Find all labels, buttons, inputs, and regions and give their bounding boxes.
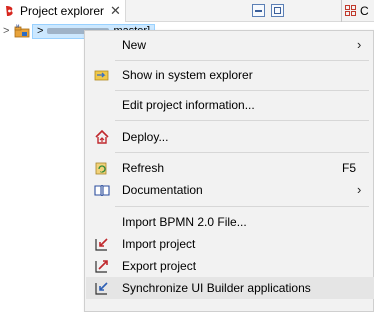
open-folder-arrow-icon bbox=[94, 70, 109, 81]
sync-arrow-icon bbox=[95, 282, 108, 295]
maximize-icon[interactable] bbox=[271, 4, 284, 17]
menu-item-edit-project-information[interactable]: Edit project information... bbox=[86, 94, 374, 116]
svg-text:M: M bbox=[16, 24, 20, 29]
view-toolbar bbox=[252, 4, 284, 17]
menu-item-label: New bbox=[122, 38, 147, 52]
import-arrow-icon bbox=[95, 238, 108, 251]
tab-outline[interactable]: C bbox=[345, 0, 374, 22]
maven-project-icon: M bbox=[14, 24, 30, 38]
menu-item-label: Import BPMN 2.0 File... bbox=[122, 215, 247, 229]
menu-item-import-bpmn[interactable]: Import BPMN 2.0 File... bbox=[86, 211, 374, 233]
tab-project-explorer[interactable]: Project explorer ✕ bbox=[0, 0, 126, 22]
deploy-house-icon bbox=[95, 129, 109, 144]
tab-divider bbox=[341, 0, 342, 22]
export-arrow-icon bbox=[95, 260, 108, 273]
project-prefix: > bbox=[37, 25, 44, 37]
menu-separator bbox=[115, 90, 369, 91]
menu-item-deploy[interactable]: Deploy... bbox=[86, 126, 374, 148]
outline-icon bbox=[345, 5, 357, 17]
menu-item-export-project[interactable]: Export project bbox=[86, 255, 374, 277]
menu-item-label: Deploy... bbox=[122, 130, 169, 144]
menu-item-label: Import project bbox=[122, 237, 196, 251]
menu-item-refresh[interactable]: Refresh F5 bbox=[86, 157, 374, 179]
eclipse-window: Project explorer ✕ C > M > master] bbox=[0, 0, 374, 312]
menu-item-show-in-system-explorer[interactable]: Show in system explorer bbox=[86, 64, 374, 86]
menu-item-label: Show in system explorer bbox=[122, 68, 253, 82]
menu-item-label: Documentation bbox=[122, 183, 203, 197]
menu-item-label: Export project bbox=[122, 259, 197, 273]
menu-separator bbox=[115, 152, 369, 153]
menu-item-label: Synchronize UI Builder applications bbox=[122, 281, 311, 295]
expand-chevron-icon[interactable]: > bbox=[3, 25, 13, 37]
menu-separator bbox=[115, 120, 369, 121]
menu-item-accelerator: F5 bbox=[342, 161, 357, 175]
tab-label: Project explorer bbox=[20, 4, 105, 18]
view-tab-bar: Project explorer ✕ C bbox=[0, 0, 374, 22]
bonita-app-icon bbox=[6, 6, 13, 16]
context-menu: New › Show in system explorer Edit proje… bbox=[84, 30, 374, 312]
menu-item-label: Edit project information... bbox=[122, 98, 255, 112]
menu-separator bbox=[115, 206, 369, 207]
tab-outline-label: C bbox=[360, 4, 369, 18]
menu-item-new[interactable]: New › bbox=[86, 34, 374, 56]
submenu-chevron-icon: › bbox=[357, 37, 362, 52]
menu-item-import-project[interactable]: Import project bbox=[86, 233, 374, 255]
menu-item-documentation[interactable]: Documentation › bbox=[86, 179, 374, 201]
submenu-chevron-icon: › bbox=[357, 182, 362, 197]
book-icon bbox=[94, 185, 110, 196]
menu-item-label: Refresh bbox=[122, 161, 165, 175]
close-icon[interactable]: ✕ bbox=[110, 3, 121, 19]
refresh-icon bbox=[95, 162, 107, 175]
menu-item-synchronize-ui-builder[interactable]: Synchronize UI Builder applications bbox=[86, 277, 374, 299]
menu-separator bbox=[115, 60, 369, 61]
minimize-icon[interactable] bbox=[252, 4, 265, 17]
